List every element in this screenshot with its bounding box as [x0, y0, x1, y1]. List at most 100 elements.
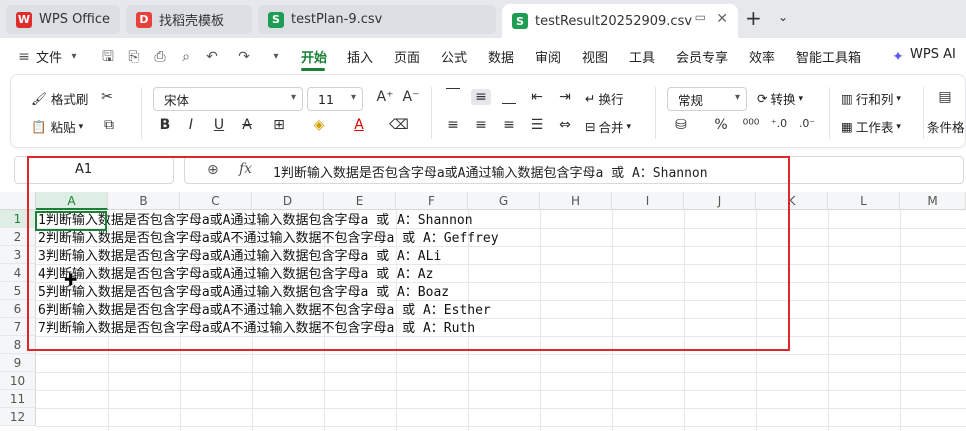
font-name-select[interactable]: 宋体 ▾ [153, 87, 303, 111]
rows-cols-button[interactable]: ▥ 行和列 ▾ [841, 89, 901, 108]
currency-icon[interactable]: ⛁ [671, 117, 691, 133]
increase-font-icon[interactable]: A⁺ [375, 89, 395, 105]
distributed-icon[interactable]: ⇔ [555, 117, 575, 133]
italic-icon[interactable]: I [181, 117, 201, 133]
cell-a3[interactable]: 3判断输入数据是否包含字母a或A通过输入数据包含字母a 或 A：ALi [38, 248, 441, 266]
col-header-f[interactable]: F [396, 192, 468, 210]
new-tab-icon[interactable]: + [745, 6, 762, 30]
col-header-h[interactable]: H [540, 192, 612, 210]
fill-color-icon[interactable]: ◈ [309, 117, 329, 133]
col-header-c[interactable]: C [180, 192, 252, 210]
col-header-g[interactable]: G [468, 192, 540, 210]
col-header-j[interactable]: J [684, 192, 756, 210]
fx-icon[interactable]: fx [239, 161, 252, 177]
close-icon[interactable]: ✕ [716, 11, 728, 27]
row-header[interactable]: 1 [0, 210, 36, 228]
format-painter-button[interactable]: 🖌 格式刷 [31, 89, 88, 108]
cell-a7[interactable]: 7判断输入数据是否包含字母a或A不通过输入数据不包含字母a 或 A：Ruth [38, 320, 475, 338]
menu-efficiency[interactable]: 效率 [749, 47, 775, 66]
thousands-icon[interactable]: ⁰⁰⁰ [741, 117, 761, 133]
cell-a4[interactable]: 4判断输入数据是否包含字母a或A通过输入数据包含字母a 或 A：Az [38, 266, 433, 284]
worksheet-button[interactable]: ▦ 工作表 ▾ [841, 117, 901, 136]
row-header[interactable]: 2 [0, 228, 36, 246]
zoom-icon[interactable]: ⊕ [207, 162, 219, 178]
col-header-a[interactable]: A [36, 192, 108, 210]
tab-testplan[interactable]: S testPlan-9.csv [258, 5, 496, 34]
menu-view[interactable]: 视图 [582, 47, 608, 66]
menu-smart-toolbox[interactable]: 智能工具箱 [796, 47, 861, 66]
menu-data[interactable]: 数据 [488, 47, 514, 66]
copy-icon[interactable]: ⧉ [99, 117, 119, 133]
increase-decimal-icon[interactable]: ⁺.0 [769, 117, 789, 130]
percent-icon[interactable]: % [711, 117, 731, 133]
undo-icon[interactable]: ↶ [204, 49, 220, 65]
col-header-m[interactable]: M [900, 192, 966, 210]
menu-formula[interactable]: 公式 [441, 47, 467, 66]
save-icon[interactable]: 🖫 [100, 49, 116, 65]
menu-home[interactable]: 开始 [301, 47, 327, 66]
align-center-icon[interactable]: ≡ [471, 117, 491, 133]
menu-insert[interactable]: 插入 [347, 47, 373, 66]
underline-icon[interactable]: U [209, 117, 229, 133]
increase-indent-icon[interactable]: ⇥ [555, 89, 575, 105]
col-header-k[interactable]: K [756, 192, 828, 210]
merge-button[interactable]: ⊟ 合并 ▾ [585, 117, 631, 136]
redo-icon[interactable]: ↷ [236, 49, 252, 65]
row-header[interactable]: 7 [0, 318, 36, 336]
col-header-i[interactable]: I [612, 192, 684, 210]
row-header[interactable]: 8 [0, 336, 36, 354]
wrap-text-button[interactable]: ↵ 换行 [585, 89, 624, 108]
decrease-font-icon[interactable]: A⁻ [401, 89, 421, 105]
menu-tools[interactable]: 工具 [629, 47, 655, 66]
menu-page[interactable]: 页面 [394, 47, 420, 66]
border-icon[interactable]: ⊞ [269, 117, 289, 133]
formula-input-area[interactable]: ⊕ fx 1判断输入数据是否包含字母a或A通过输入数据包含字母a 或 A：Sha… [184, 156, 964, 184]
chevron-down-icon[interactable]: ▾ [268, 49, 284, 65]
chevron-down-icon[interactable]: ⌄ [778, 10, 788, 24]
row-header[interactable]: 11 [0, 390, 36, 408]
print-preview-icon[interactable]: ⌕ [178, 49, 194, 65]
justify-icon[interactable]: ☰ [527, 117, 547, 133]
window-icon[interactable]: ▭ [695, 10, 706, 24]
row-header[interactable]: 3 [0, 246, 36, 264]
decrease-decimal-icon[interactable]: .0⁻ [797, 117, 817, 130]
decrease-indent-icon[interactable]: ⇤ [527, 89, 547, 105]
col-header-d[interactable]: D [252, 192, 324, 210]
print-icon[interactable]: ⎙ [152, 49, 168, 65]
cut-icon[interactable]: ✂ [97, 89, 117, 105]
font-size-select[interactable]: 11 ▾ [307, 87, 363, 111]
menu-file[interactable]: 文件 [36, 47, 62, 66]
conditional-format-button[interactable]: 条件格 [927, 117, 965, 136]
bold-icon[interactable]: B [155, 117, 175, 133]
convert-button[interactable]: ⟳ 转换 ▾ [757, 89, 803, 108]
row-header[interactable]: 6 [0, 300, 36, 318]
menu-review[interactable]: 审阅 [535, 47, 561, 66]
tab-testresult[interactable]: S testResult20252909.csv ▭ ✕ [502, 4, 738, 38]
menu-member[interactable]: 会员专享 [676, 47, 728, 66]
menu-icon[interactable]: ≡ [16, 49, 32, 65]
align-bottom-icon[interactable]: ⎽ [499, 89, 519, 105]
row-header[interactable]: 10 [0, 372, 36, 390]
name-box[interactable]: A1 [14, 156, 174, 184]
chevron-down-icon[interactable]: ▾ [66, 49, 82, 65]
align-top-icon[interactable]: ⎺ [443, 87, 463, 103]
align-middle-icon[interactable]: ≡ [471, 89, 491, 105]
select-all-corner[interactable] [0, 192, 36, 210]
row-header[interactable]: 4 [0, 264, 36, 282]
tab-wps-office[interactable]: W WPS Office [6, 5, 120, 34]
align-right-icon[interactable]: ≡ [499, 117, 519, 133]
row-header[interactable]: 9 [0, 354, 36, 372]
font-color-icon[interactable]: A [349, 117, 369, 133]
formula-input[interactable]: 1判断输入数据是否包含字母a或A通过输入数据包含字母a 或 A：Shannon [273, 162, 708, 181]
cell-a5[interactable]: 5判断输入数据是否包含字母a或A通过输入数据包含字母a 或 A：Boaz [38, 284, 449, 302]
tab-docer[interactable]: D 找稻壳模板 [126, 5, 252, 34]
cell-a2[interactable]: 2判断输入数据是否包含字母a或A不通过输入数据不包含字母a 或 A：Geffre… [38, 230, 499, 248]
strikethrough-icon[interactable]: A [237, 117, 257, 133]
cell-a6[interactable]: 6判断输入数据是否包含字母a或A不通过输入数据不包含字母a 或 A：Esther [38, 302, 491, 320]
row-header[interactable]: 12 [0, 408, 36, 426]
col-header-l[interactable]: L [828, 192, 900, 210]
align-left-icon[interactable]: ≡ [443, 117, 463, 133]
paste-button[interactable]: 📋 粘贴 ▾ [31, 117, 83, 136]
col-header-e[interactable]: E [324, 192, 396, 210]
row-header[interactable]: 5 [0, 282, 36, 300]
